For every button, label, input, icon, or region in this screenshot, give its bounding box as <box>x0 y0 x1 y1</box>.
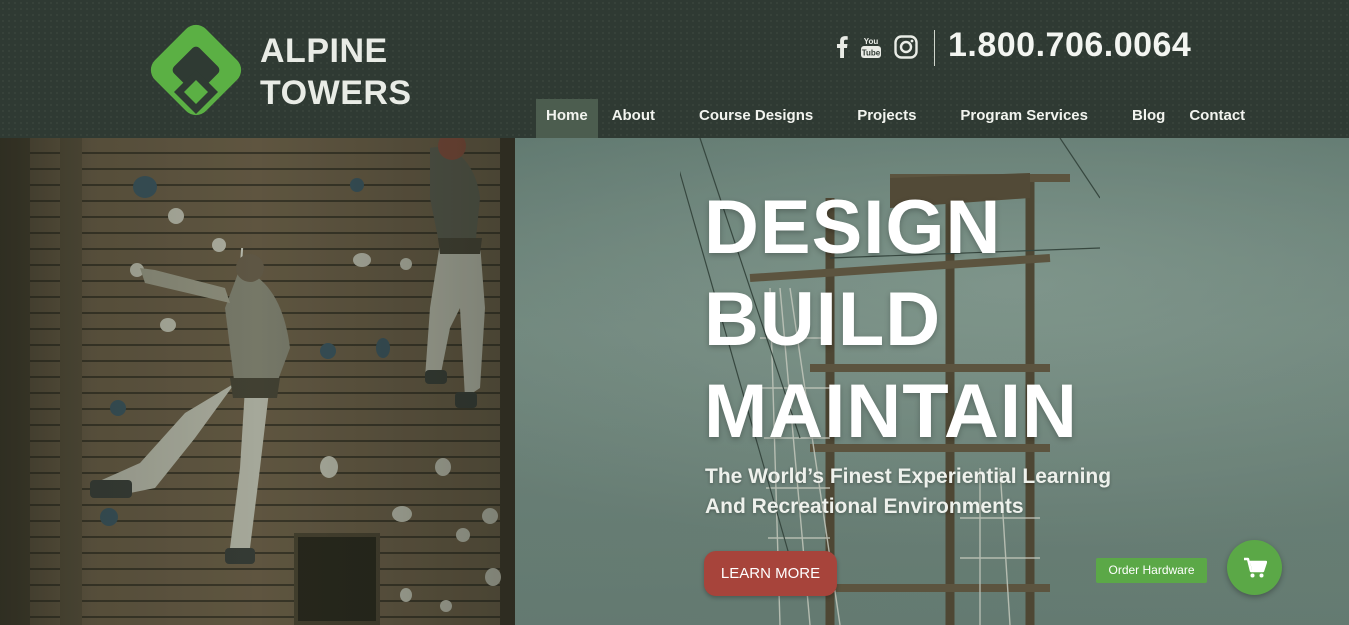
brand-name-line2: TOWERS <box>260 74 412 112</box>
nav-item-home[interactable]: Home <box>536 99 598 138</box>
learn-more-button[interactable]: LEARN MORE <box>704 551 837 596</box>
instagram-icon[interactable] <box>894 35 918 59</box>
logo-mark-icon <box>150 24 242 116</box>
nav-item-program-services[interactable]: Program Services <box>950 99 1098 138</box>
nav-item-contact[interactable]: Contact <box>1179 99 1255 138</box>
cart-button[interactable] <box>1227 540 1282 595</box>
headline-line-build: BUILD <box>704 277 942 362</box>
social-links: You Tube <box>836 32 918 62</box>
hero-tint-overlay <box>0 138 1349 625</box>
shopping-cart-icon <box>1243 557 1267 577</box>
phone-number[interactable]: 1.800.706.0064 <box>948 26 1191 65</box>
headline-line-design: DESIGN <box>704 185 1002 270</box>
headline-line-maintain: MAINTAIN <box>704 369 1078 454</box>
nav-item-blog[interactable]: Blog <box>1122 99 1175 138</box>
site-header: ALPINE TOWERS You Tube 1.800.706.0064 Ho… <box>0 0 1349 138</box>
brand-name-line1: ALPINE <box>260 32 388 70</box>
header-divider <box>934 30 935 66</box>
nav-item-course-designs[interactable]: Course Designs <box>689 99 823 138</box>
svg-text:Tube: Tube <box>862 49 881 58</box>
brand-logo[interactable]: ALPINE TOWERS <box>146 18 416 122</box>
hero-section: DESIGN BUILD MAINTAIN The World’s Finest… <box>0 138 1349 625</box>
nav-item-about[interactable]: About <box>602 99 665 138</box>
nav-item-projects[interactable]: Projects <box>847 99 926 138</box>
facebook-icon[interactable] <box>836 36 848 58</box>
hero-subtitle: The World’s Finest Experiential Learning… <box>705 462 1165 522</box>
hero-subtitle-line1: The World’s Finest Experiential Learning <box>705 465 1112 488</box>
svg-text:You: You <box>864 37 879 46</box>
brand-name: ALPINE TOWERS <box>260 30 412 114</box>
hero-subtitle-line2: And Recreational Environments <box>705 495 1024 518</box>
hero-headline: DESIGN BUILD MAINTAIN <box>704 182 1078 458</box>
order-hardware-button[interactable]: Order Hardware <box>1096 558 1207 583</box>
main-nav: Home About Course Designs Projects Progr… <box>536 99 1269 138</box>
youtube-icon[interactable]: You Tube <box>860 35 882 59</box>
